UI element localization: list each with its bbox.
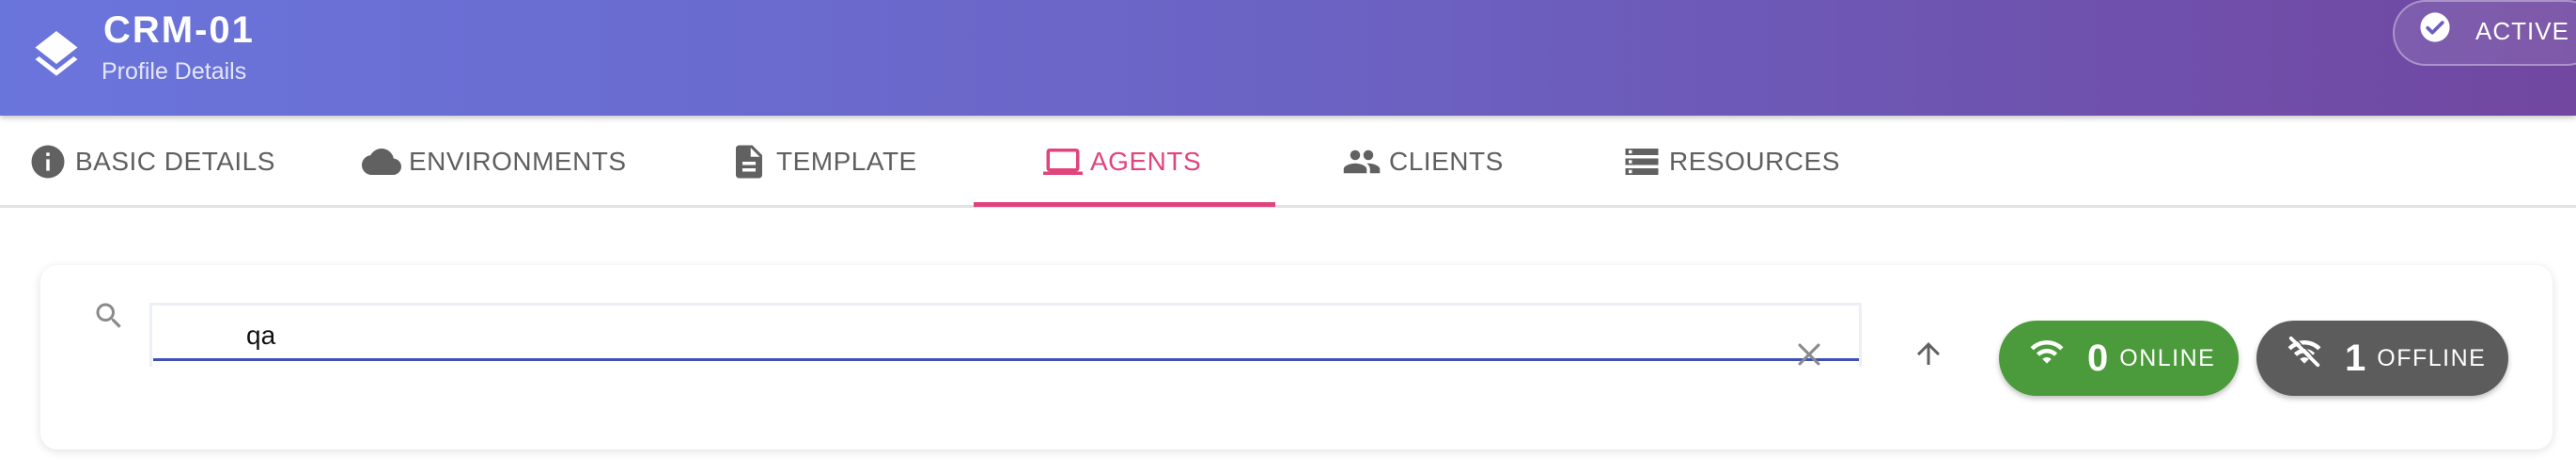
offline-count: 1 xyxy=(2345,337,2366,379)
tab-label: TEMPLATE xyxy=(776,147,917,176)
cloud-icon xyxy=(362,149,401,175)
check-circle-icon xyxy=(2420,12,2450,42)
offline-count-badge[interactable]: 1 OFFLINE xyxy=(2256,321,2508,396)
laptop-icon xyxy=(1043,149,1083,175)
status-label: ACTIVE xyxy=(2475,17,2569,45)
tab-label: RESOURCES xyxy=(1669,147,1840,176)
search-underline xyxy=(153,358,1859,361)
tab-agents[interactable]: AGENTS xyxy=(1043,116,1201,208)
tab-label: CLIENTS xyxy=(1389,147,1504,176)
online-count: 0 xyxy=(2087,337,2109,379)
layers-icon xyxy=(35,31,78,76)
page-subtitle: Profile Details xyxy=(101,58,247,85)
close-icon[interactable] xyxy=(1793,338,1825,370)
tab-label: BASIC DETAILS xyxy=(75,147,275,176)
wifi-icon xyxy=(2030,340,2064,364)
status-badge: ACTIVE xyxy=(2393,0,2576,66)
search-input[interactable] xyxy=(244,318,1752,354)
tab-template[interactable]: TEMPLATE xyxy=(729,116,917,208)
document-icon xyxy=(736,145,762,179)
arrow-up-icon[interactable] xyxy=(1912,337,1945,370)
search-icon xyxy=(96,303,121,328)
tab-basic-details[interactable]: BASIC DETAILS xyxy=(28,116,275,208)
app-header: CRM-01 Profile Details ACTIVE xyxy=(0,0,2576,116)
tab-label: AGENTS xyxy=(1090,147,1202,176)
online-label: ONLINE xyxy=(2119,344,2216,371)
tab-clients[interactable]: CLIENTS xyxy=(1342,116,1504,208)
info-icon xyxy=(31,145,65,179)
online-count-badge[interactable]: 0 ONLINE xyxy=(1999,321,2239,396)
wifi-off-icon xyxy=(2287,335,2321,368)
tab-environments[interactable]: ENVIRONMENTS xyxy=(362,116,627,208)
offline-label: OFFLINE xyxy=(2377,344,2487,371)
people-icon xyxy=(1343,149,1381,174)
page-title: CRM-01 xyxy=(103,9,255,51)
tab-resources[interactable]: RESOURCES xyxy=(1622,116,1840,208)
tab-bar: BASIC DETAILS ENVIRONMENTS TEMPLATE AGEN… xyxy=(0,116,2576,208)
active-tab-indicator xyxy=(974,202,1275,207)
tab-label: ENVIRONMENTS xyxy=(409,147,627,176)
storage-icon xyxy=(1625,149,1659,175)
